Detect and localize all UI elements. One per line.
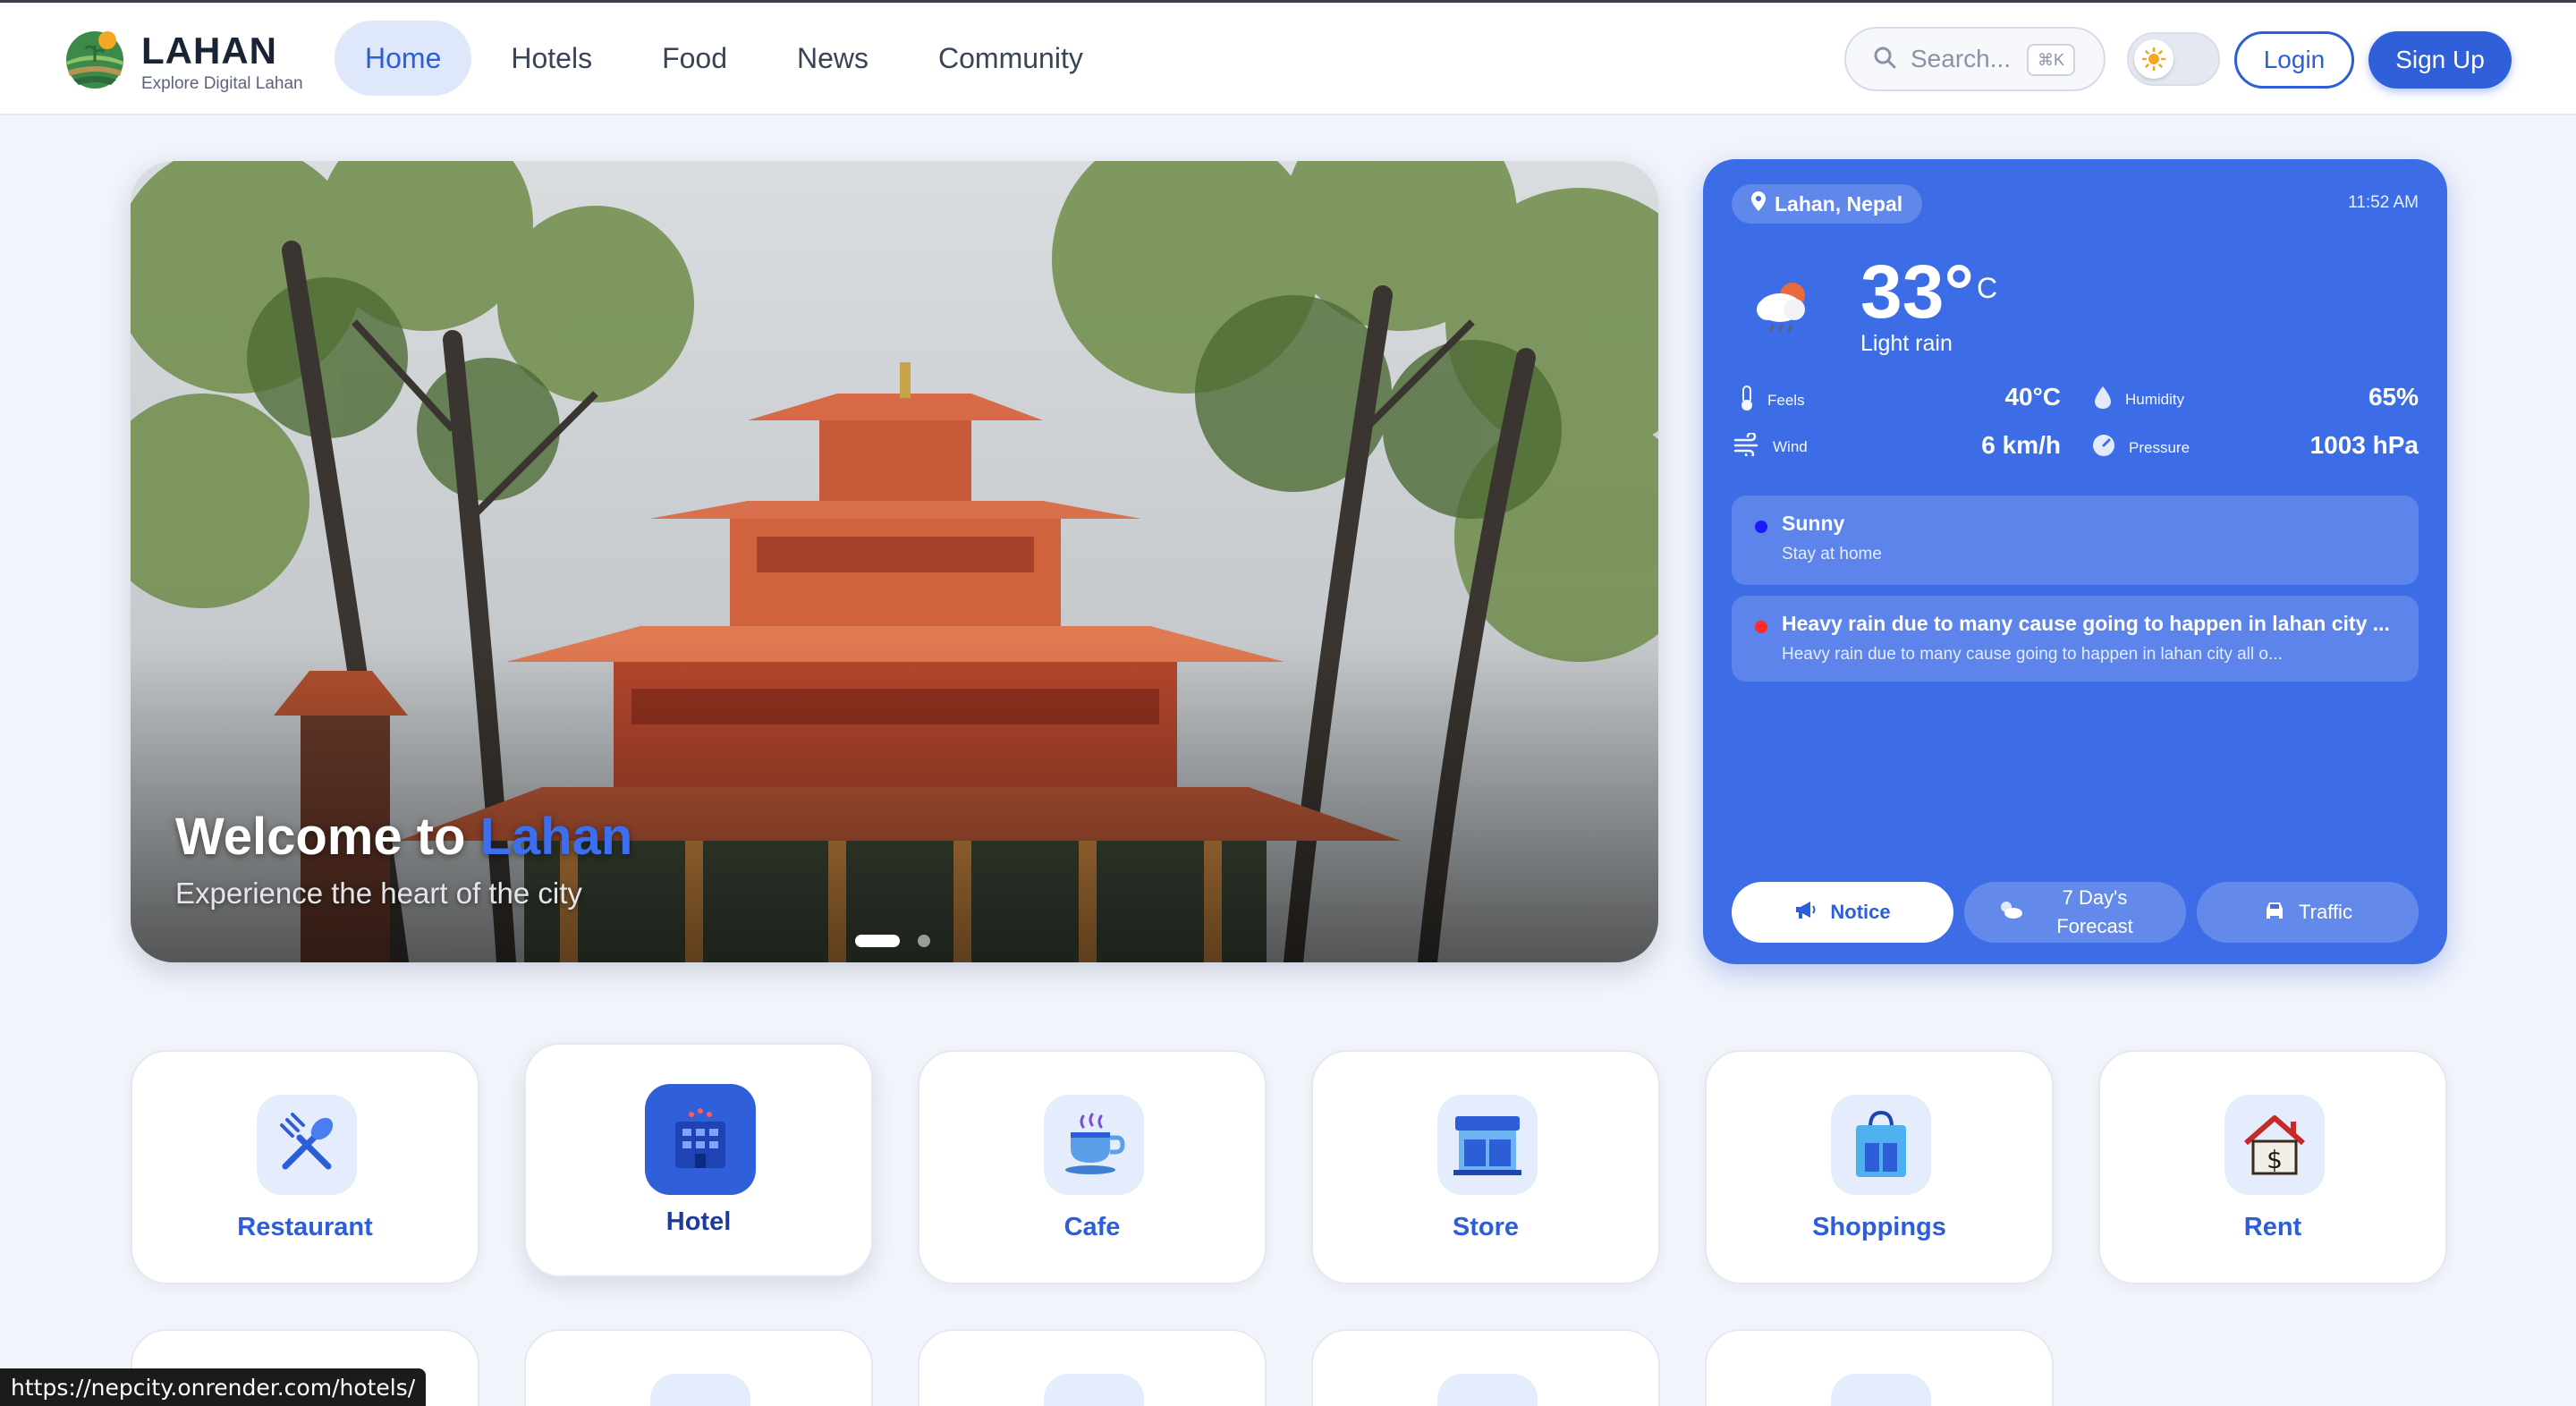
weather-card: Lahan, Nepal 11:52 AM 33° C Light rain F…	[1703, 159, 2447, 964]
tab-traffic[interactable]: Traffic	[2197, 882, 2419, 943]
nav-food[interactable]: Food	[631, 21, 758, 96]
category-card-row2[interactable]	[1705, 1329, 2054, 1406]
temperature-value: 33°	[1860, 250, 1975, 334]
category-rent[interactable]: $ Rent	[2098, 1050, 2447, 1284]
pressure-value: 1003 hPa	[2309, 431, 2419, 459]
signup-button[interactable]: Sign Up	[2368, 31, 2512, 89]
tab-traffic-label: Traffic	[2299, 901, 2352, 923]
alert-item[interactable]: Heavy rain due to many cause going to ha…	[1732, 596, 2419, 682]
carousel-dot-active[interactable]	[855, 935, 900, 947]
category-label: Cafe	[1063, 1213, 1121, 1241]
carousel-dot[interactable]	[918, 935, 930, 947]
location-label: Lahan, Nepal	[1775, 191, 1903, 216]
category-store[interactable]: Store	[1311, 1050, 1660, 1284]
car-icon	[2263, 900, 2286, 925]
weather-time: 11:52 AM	[2348, 193, 2419, 212]
alert-desc: Stay at home	[1782, 545, 1882, 563]
nav-home[interactable]: Home	[335, 21, 472, 96]
wind-label: Wind	[1773, 437, 1808, 455]
category-icon-partial	[650, 1374, 750, 1406]
alert-title: Heavy rain due to many cause going to ha…	[1782, 612, 2390, 635]
feels-value: 40°C	[2004, 383, 2061, 411]
alert-desc: Heavy rain due to many cause going to ha…	[1782, 645, 2283, 664]
hero-carousel[interactable]: Welcome to Lahan Experience the heart of…	[131, 161, 1658, 962]
login-button[interactable]: Login	[2234, 31, 2354, 89]
hero-title-highlight: Lahan	[479, 808, 633, 866]
theme-toggle[interactable]	[2127, 32, 2220, 86]
rain-cloud-icon	[1748, 275, 1819, 343]
humidity-label: Humidity	[2125, 390, 2185, 408]
hero-title-prefix: Welcome to	[175, 808, 480, 866]
category-card-row2[interactable]	[918, 1329, 1267, 1406]
category-card-row2[interactable]	[1311, 1329, 1660, 1406]
fork-spoon-icon	[257, 1095, 357, 1195]
store-icon	[1437, 1095, 1538, 1195]
category-restaurant[interactable]: Restaurant	[131, 1050, 479, 1284]
gauge-icon	[2091, 433, 2116, 462]
location-pin-icon	[1751, 191, 1766, 216]
search-placeholder: Search...	[1911, 45, 2012, 72]
alert-item[interactable]: Sunny Stay at home	[1732, 495, 2419, 585]
nav-news[interactable]: News	[767, 21, 899, 96]
wind-icon	[1733, 431, 1760, 461]
alert-title: Sunny	[1782, 512, 1845, 535]
shopping-bag-icon	[1831, 1095, 1931, 1195]
site-header: LAHAN Explore Digital Lahan Home Hotels …	[0, 3, 2576, 115]
nav-hotels[interactable]: Hotels	[480, 21, 623, 96]
brand-subtitle: Explore Digital Lahan	[141, 74, 303, 93]
category-icon-partial	[1437, 1374, 1538, 1406]
pressure-label: Pressure	[2129, 438, 2190, 456]
humidity-value: 65%	[2368, 383, 2419, 411]
category-label: Shoppings	[1812, 1213, 1946, 1241]
category-label: Rent	[2243, 1213, 2302, 1241]
search-icon	[1873, 46, 1896, 73]
category-icon-partial	[1044, 1374, 1144, 1406]
sun-icon	[2134, 39, 2174, 79]
tab-forecast[interactable]: 7 Day's Forecast	[1964, 882, 2186, 943]
temperature-unit: C	[1977, 272, 1998, 304]
category-icon-partial	[1831, 1374, 1931, 1406]
tab-notice-label: Notice	[1830, 901, 1891, 923]
wind-value: 6 km/h	[1981, 431, 2061, 459]
coffee-cup-icon	[1044, 1095, 1144, 1195]
link-status-bar: https://nepcity.onrender.com/hotels/	[0, 1368, 427, 1406]
search-input[interactable]: Search... ⌘K	[1844, 27, 2106, 91]
hotel-building-icon	[645, 1084, 756, 1195]
house-dollar-icon: $	[2224, 1095, 2325, 1195]
category-label: Hotel	[665, 1207, 732, 1236]
lahan-logo-icon[interactable]	[63, 26, 127, 90]
category-hotel[interactable]: Hotel	[524, 1043, 873, 1277]
wind-stat: Wind	[1733, 431, 1808, 461]
droplet-icon	[2093, 385, 2113, 414]
alert-dot-blue	[1755, 521, 1767, 533]
category-shoppings[interactable]: Shoppings	[1705, 1050, 2054, 1284]
search-shortcut-badge: ⌘K	[2026, 44, 2075, 76]
thermometer-icon	[1739, 385, 1755, 416]
category-card-row2[interactable]	[524, 1329, 873, 1406]
main-nav: Home Hotels Food News Community	[335, 21, 1114, 97]
pressure-stat: Pressure	[2091, 433, 2190, 462]
tab-forecast-label: 7 Day's Forecast	[2056, 886, 2133, 937]
weather-condition: Light rain	[1860, 331, 1953, 356]
megaphone-icon	[1794, 900, 1818, 925]
feels-label: Feels	[1767, 391, 1805, 409]
brand-title[interactable]: LAHAN	[141, 30, 277, 72]
location-pill: Lahan, Nepal	[1732, 184, 1923, 224]
hero-title: Welcome to Lahan	[175, 807, 632, 867]
svg-text:$: $	[2267, 1145, 2283, 1174]
humidity-stat: Humidity	[2093, 385, 2184, 414]
tab-notice[interactable]: Notice	[1732, 882, 1953, 943]
nav-community[interactable]: Community	[908, 21, 1114, 96]
category-label: Restaurant	[237, 1213, 373, 1241]
category-cafe[interactable]: Cafe	[918, 1050, 1267, 1284]
alert-dot-red	[1755, 621, 1767, 633]
sun-cloud-icon	[1997, 899, 2024, 926]
feels-stat: Feels	[1739, 385, 1805, 416]
hero-subtitle: Experience the heart of the city	[175, 877, 582, 910]
category-label: Store	[1452, 1213, 1520, 1241]
